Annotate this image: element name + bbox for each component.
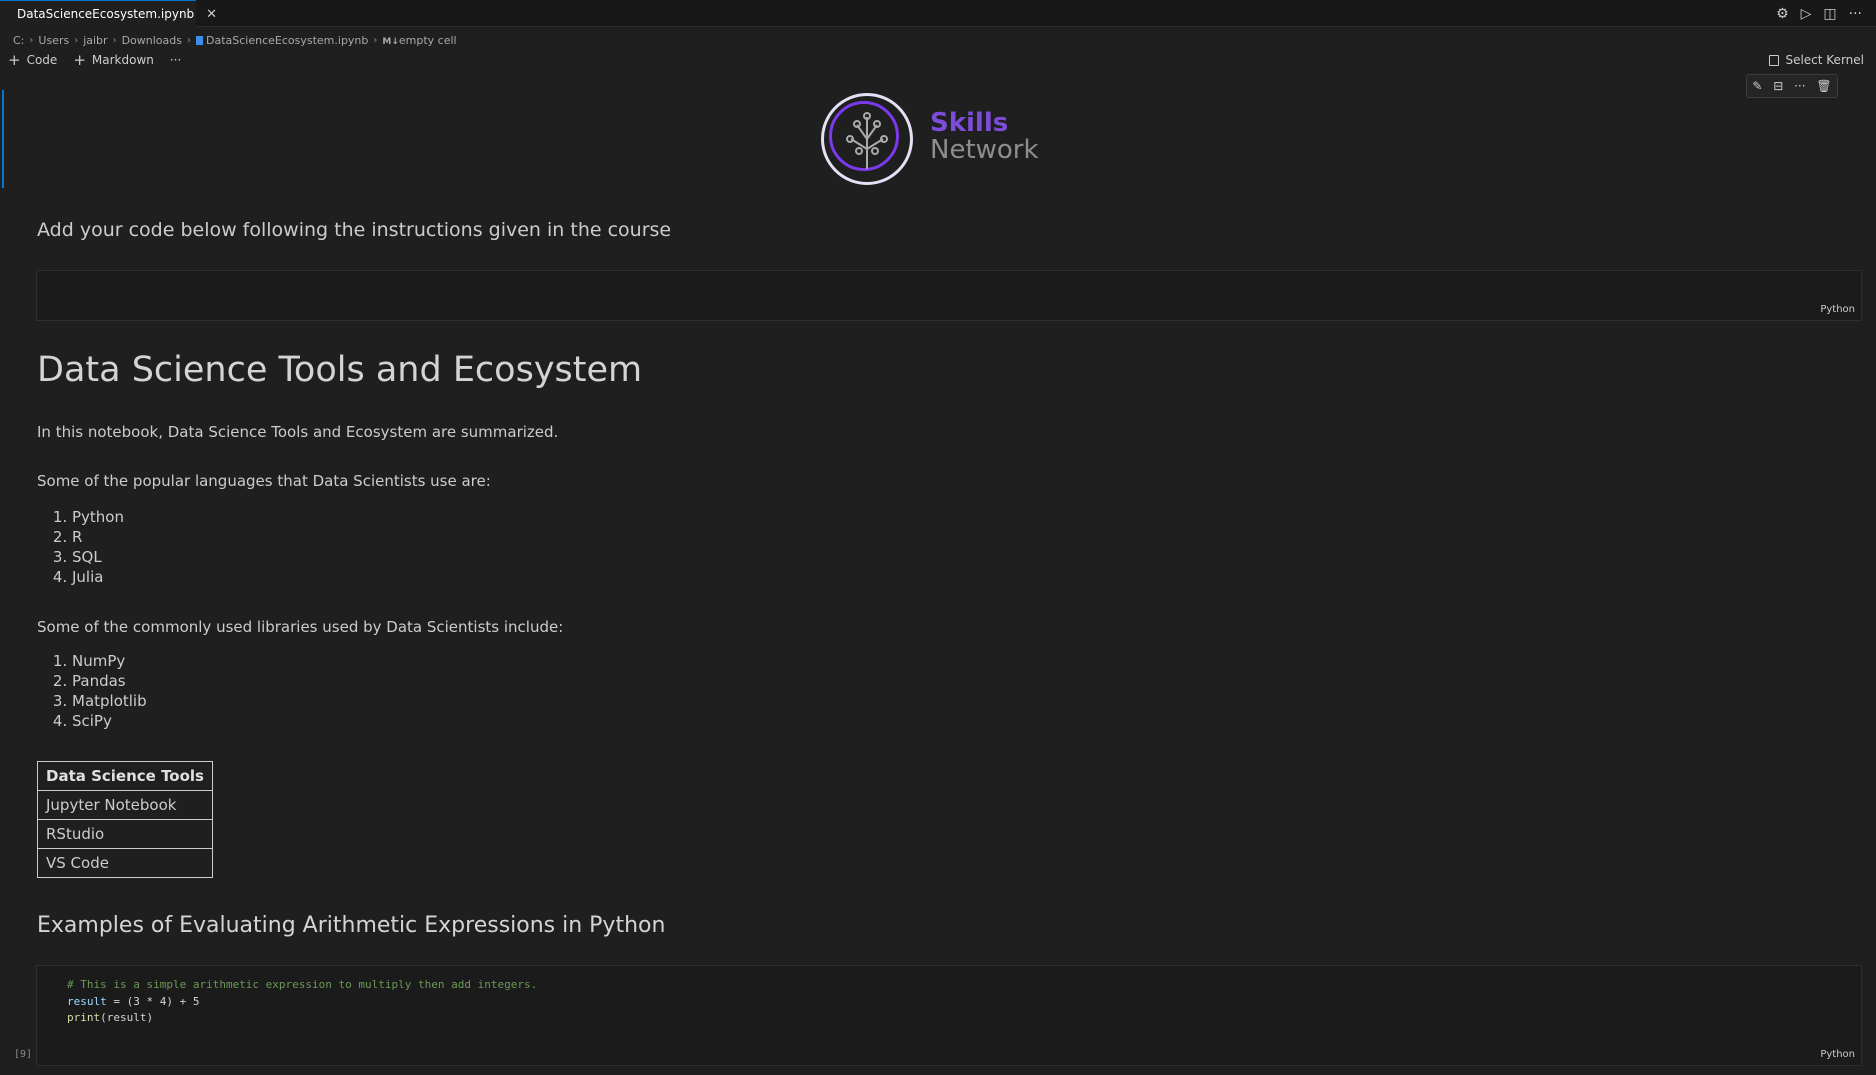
skills-network-logo: Skills Network [821, 93, 1041, 187]
plus-icon: + [8, 50, 21, 69]
arithmetic-heading: Examples of Evaluating Arithmetic Expres… [37, 913, 666, 938]
breadcrumb-item[interactable]: Users [38, 34, 69, 47]
execution-count: [9] [14, 1049, 33, 1060]
code-editor[interactable]: # This is a simple arithmetic expression… [67, 977, 537, 1027]
delete-cell-icon[interactable]: 🗑 [1816, 79, 1831, 93]
breadcrumb-cell-label: empty cell [398, 33, 457, 47]
notebook-toolbar: + Code + Markdown ··· [8, 51, 181, 69]
code-cell-arithmetic[interactable]: # This is a simple arithmetic expression… [36, 965, 1862, 1066]
gear-icon[interactable]: ⚙ [1776, 6, 1789, 22]
cell-focus-indicator [2, 90, 4, 188]
code-variable: result [67, 994, 107, 1008]
list-item: R [72, 527, 124, 547]
logo-text-network: Network [930, 135, 1039, 165]
close-icon[interactable]: ✕ [206, 7, 217, 22]
select-kernel-label: Select Kernel [1785, 53, 1864, 67]
chevron-right-icon: › [29, 34, 34, 46]
cell-language-label[interactable]: Python [1820, 304, 1855, 315]
toolbar-more-icon[interactable]: ··· [170, 53, 181, 67]
kernel-icon [1769, 54, 1780, 66]
markdown-icon: M↓ [382, 36, 399, 47]
add-markdown-label: Markdown [91, 53, 154, 67]
breadcrumb-file-label: DataScienceEcosystem.ipynb [205, 33, 369, 47]
breadcrumb-file[interactable]: DataScienceEcosystem.ipynb [195, 33, 369, 47]
add-code-label: Code [26, 53, 58, 67]
list-item: Julia [72, 567, 124, 587]
table-cell: Jupyter Notebook [37, 790, 213, 820]
table-row: VS Code [37, 848, 213, 878]
add-code-cell-button[interactable]: + Code [8, 50, 58, 69]
languages-list: Python R SQL Julia [37, 507, 124, 587]
add-markdown-cell-button[interactable]: + Markdown [73, 50, 154, 69]
chevron-right-icon: › [186, 34, 191, 46]
breadcrumb-cell[interactable]: M↓empty cell [382, 34, 456, 47]
more-actions-icon[interactable]: ··· [1849, 6, 1862, 22]
code-line: result = (3 * 4) + 5 [67, 994, 537, 1011]
run-icon[interactable]: ▷ [1801, 6, 1812, 22]
code-function: print [67, 1011, 101, 1024]
plus-icon: + [73, 50, 86, 69]
logo-text-skills: Skills [930, 108, 1009, 138]
table-header: Data Science Tools [37, 761, 213, 791]
edit-cell-icon[interactable]: ✎ [1752, 79, 1762, 93]
table-row: RStudio [37, 819, 213, 849]
tab-title: DataScienceEcosystem.ipynb [17, 7, 195, 21]
libraries-list: NumPy Pandas Matplotlib SciPy [37, 651, 147, 731]
breadcrumb-item[interactable]: C: [13, 34, 24, 47]
notebook-title: Data Science Tools and Ecosystem [37, 350, 643, 390]
summary-text: In this notebook, Data Science Tools and… [37, 423, 559, 441]
table-row: Jupyter Notebook [37, 790, 213, 820]
split-cell-icon[interactable]: ⊟ [1773, 79, 1783, 93]
editor-actions: ⚙ ▷ ◫ ··· [1776, 4, 1862, 24]
list-item: Pandas [72, 671, 147, 691]
list-item: NumPy [72, 651, 147, 671]
select-kernel-button[interactable]: Select Kernel [1769, 51, 1864, 69]
tab-notebook[interactable]: DataScienceEcosystem.ipynb ✕ [0, 0, 217, 27]
list-item: Matplotlib [72, 691, 147, 711]
split-editor-icon[interactable]: ◫ [1823, 6, 1836, 22]
list-item: Python [72, 507, 124, 527]
libraries-intro: Some of the commonly used libraries used… [37, 618, 564, 636]
breadcrumb-item[interactable]: jaibr [83, 34, 107, 47]
instructions-text: Add your code below following the instru… [37, 219, 672, 241]
code-comment: # This is a simple arithmetic expression… [67, 978, 538, 991]
code-args: (result) [100, 1011, 154, 1024]
code-expression: = (3 * 4) + 5 [106, 994, 200, 1008]
code-line: print(result) [67, 1010, 537, 1027]
breadcrumb-item[interactable]: Downloads [122, 34, 182, 47]
breadcrumb: C: › Users › jaibr › Downloads › DataSci… [13, 32, 457, 48]
cell-language-label[interactable]: Python [1820, 1049, 1855, 1060]
chevron-right-icon: › [373, 34, 378, 46]
list-item: SQL [72, 547, 124, 567]
list-item: SciPy [72, 711, 147, 731]
notebook-file-icon [195, 35, 203, 45]
tree-network-icon [846, 112, 888, 169]
tab-bar: DataScienceEcosystem.ipynb ✕ ⚙ ▷ ◫ ··· [0, 0, 1876, 27]
cell-toolbar: ✎ ⊟ ··· 🗑 [1746, 74, 1838, 98]
table-cell: VS Code [37, 848, 213, 878]
chevron-right-icon: › [74, 34, 79, 46]
tools-table: Data Science Tools Jupyter Notebook RStu… [37, 761, 213, 878]
code-cell-empty[interactable]: Python [36, 270, 1862, 321]
table-cell: RStudio [37, 819, 213, 849]
cell-more-icon[interactable]: ··· [1794, 79, 1805, 93]
languages-intro: Some of the popular languages that Data … [37, 472, 491, 490]
chevron-right-icon: › [112, 34, 117, 46]
